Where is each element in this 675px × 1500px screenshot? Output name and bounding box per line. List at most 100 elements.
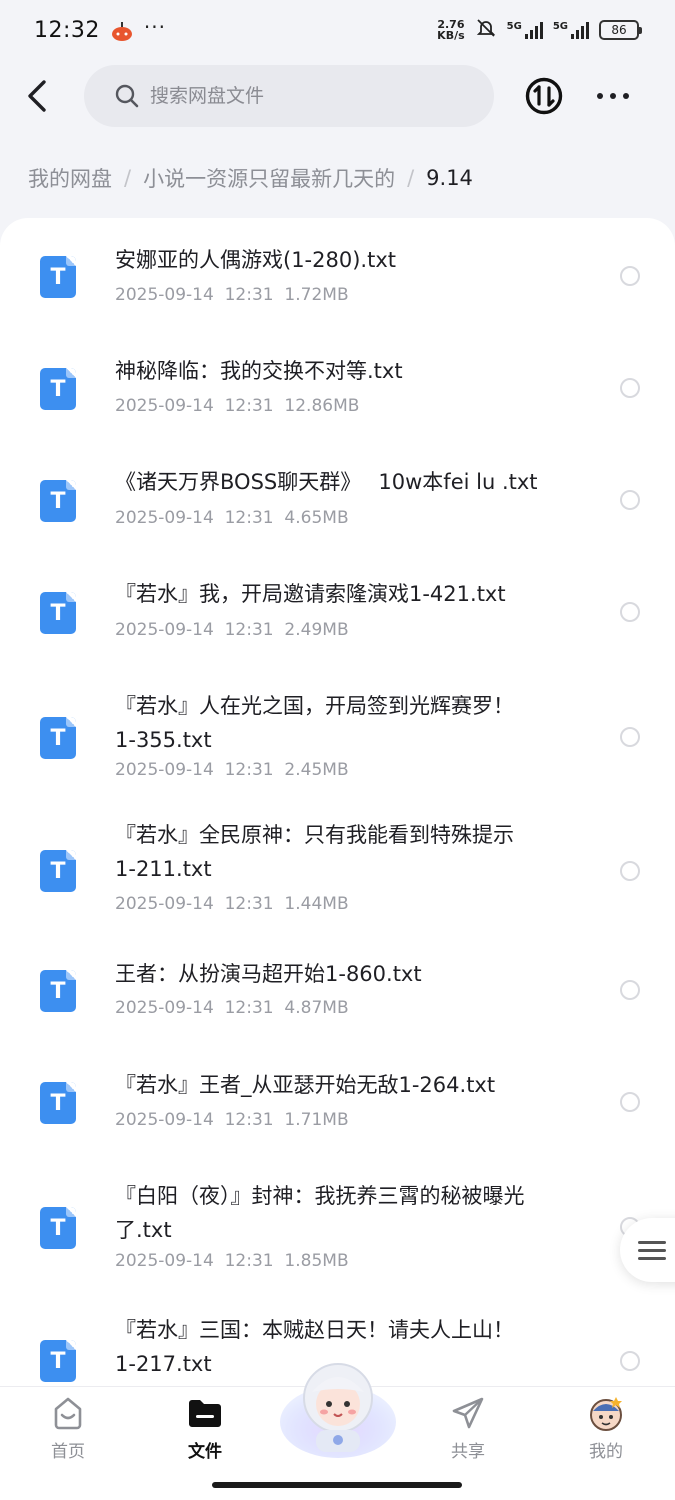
notification-app-icon [110, 21, 134, 41]
file-meta: 2025-09-14 12:31 1.44MB [115, 894, 349, 914]
file-row[interactable]: T 『若水』我，开局邀请索隆演戏1-421.txt 2025-09-14 12:… [0, 554, 675, 666]
file-meta: 2025-09-14 12:31 1.72MB [115, 285, 349, 305]
file-meta: 2025-09-14 12:31 12.86MB [115, 396, 359, 416]
file-list: T 安娜亚的人偶游戏(1-280).txt 2025-09-14 12:31 1… [0, 218, 675, 1500]
file-size: 4.65MB [284, 508, 349, 528]
mascot-assistant-button[interactable] [278, 1352, 398, 1462]
txt-file-icon: T [40, 592, 76, 634]
file-name: 『若水』全民原神：只有我能看到特殊提示 1-211.txt [115, 823, 514, 881]
back-button[interactable] [20, 74, 60, 118]
select-checkbox[interactable] [620, 980, 640, 1000]
file-date: 2025-09-14 [115, 396, 214, 416]
search-bar[interactable] [84, 65, 494, 127]
nav-share[interactable]: 共享 [418, 1393, 518, 1463]
status-more-indicator: ··· [143, 15, 166, 39]
file-name: 『若水』人在光之国，开局签到光辉赛罗！ 1-355.txt [115, 694, 514, 752]
avatar-icon [590, 1397, 622, 1431]
signal-1-label: 5G [506, 21, 522, 32]
breadcrumb-root[interactable]: 我的网盘 [28, 163, 112, 193]
folder-icon [189, 1400, 221, 1427]
breadcrumb-separator: / [407, 166, 415, 190]
breadcrumb-separator: / [124, 166, 132, 190]
nav-home-label: 首页 [51, 1442, 85, 1462]
file-name: 『白阳（夜）』封神：我抚养三霄的秘被曝光 了.txt [115, 1184, 525, 1242]
transfer-button[interactable] [524, 76, 564, 116]
txt-file-icon: T [40, 1340, 76, 1382]
file-row[interactable]: T 『若水』人在光之国，开局签到光辉赛罗！ 1-355.txt 2025-09-… [0, 666, 675, 811]
menu-icon [638, 1240, 666, 1244]
signal-2: 5G [553, 21, 589, 39]
file-meta: 2025-09-14 12:31 4.65MB [115, 508, 349, 528]
file-date: 2025-09-14 [115, 1110, 214, 1130]
home-indicator [212, 1482, 462, 1488]
file-row[interactable]: T 安娜亚的人偶游戏(1-280).txt 2025-09-14 12:31 1… [0, 218, 675, 330]
mascot-icon [280, 1363, 396, 1458]
file-meta: 2025-09-14 12:31 2.49MB [115, 620, 349, 640]
select-checkbox[interactable] [620, 1351, 640, 1371]
select-checkbox[interactable] [620, 602, 640, 622]
select-checkbox[interactable] [620, 861, 640, 881]
breadcrumb: 我的网盘 / 小说一资源只留最新几天的 / 9.14 [28, 160, 473, 196]
breadcrumb-folder[interactable]: 小说一资源只留最新几天的 [143, 163, 395, 193]
file-meta: 2025-09-14 12:31 1.71MB [115, 1110, 349, 1130]
file-row[interactable]: T 王者：从扮演马超开始1-860.txt 2025-09-14 12:31 4… [0, 939, 675, 1051]
file-time: 12:31 [224, 894, 274, 914]
file-row[interactable]: T 『若水』全民原神：只有我能看到特殊提示 1-211.txt 2025-09-… [0, 811, 675, 939]
search-icon [115, 84, 139, 108]
net-speed-unit: KB/s [437, 29, 465, 42]
file-date: 2025-09-14 [115, 620, 214, 640]
nav-share-label: 共享 [451, 1442, 485, 1462]
floating-menu-handle[interactable] [620, 1218, 675, 1282]
txt-file-icon: T [40, 1082, 76, 1124]
file-date: 2025-09-14 [115, 894, 214, 914]
txt-file-icon: T [40, 850, 76, 892]
nav-mine-label: 我的 [589, 1442, 623, 1462]
txt-file-icon: T [40, 368, 76, 410]
txt-file-icon: T [40, 1207, 76, 1249]
transfer-icon [525, 77, 563, 115]
file-name: 安娜亚的人偶游戏(1-280).txt [115, 248, 396, 272]
file-size: 4.87MB [284, 998, 349, 1018]
file-row[interactable]: T 『若水』王者_从亚瑟开始无敌1-264.txt 2025-09-14 12:… [0, 1051, 675, 1163]
mute-bell-icon [475, 17, 497, 43]
txt-file-icon: T [40, 480, 76, 522]
file-date: 2025-09-14 [115, 998, 214, 1018]
file-time: 12:31 [224, 1251, 274, 1271]
nav-mine[interactable]: 我的 [556, 1393, 656, 1463]
select-checkbox[interactable] [620, 266, 640, 286]
status-bar: 12:32 ··· 2.76 KB/s 5G 5G 86 [0, 0, 675, 60]
file-time: 12:31 [224, 396, 274, 416]
file-time: 12:31 [224, 508, 274, 528]
select-checkbox[interactable] [620, 378, 640, 398]
breadcrumb-current: 9.14 [426, 166, 473, 190]
status-time: 12:32 [34, 17, 100, 43]
file-row[interactable]: T 《诸天万界BOSS聊天群》 10w本fei lu .txt 2025-09-… [0, 442, 675, 554]
nav-home[interactable]: 首页 [18, 1393, 118, 1463]
select-checkbox[interactable] [620, 490, 640, 510]
file-name: 『若水』王者_从亚瑟开始无敌1-264.txt [115, 1073, 496, 1097]
file-meta: 2025-09-14 12:31 1.85MB [115, 1251, 349, 1271]
file-size: 2.45MB [284, 760, 349, 780]
more-button[interactable] [594, 80, 632, 112]
more-icon [597, 93, 603, 99]
nav-files-label: 文件 [188, 1442, 222, 1462]
txt-file-icon: T [40, 256, 76, 298]
file-time: 12:31 [224, 998, 274, 1018]
txt-file-icon: T [40, 717, 76, 759]
file-size: 2.49MB [284, 620, 349, 640]
top-header [0, 62, 675, 130]
nav-files[interactable]: 文件 [155, 1393, 255, 1463]
signal-2-label: 5G [552, 21, 568, 32]
file-row[interactable]: T 『白阳（夜）』封神：我抚养三霄的秘被曝光 了.txt 2025-09-14 … [0, 1163, 675, 1303]
file-size: 1.85MB [284, 1251, 349, 1271]
home-icon [54, 1397, 82, 1430]
select-checkbox[interactable] [620, 1092, 640, 1112]
file-row[interactable]: T 神秘降临：我的交换不对等.txt 2025-09-14 12:31 12.8… [0, 330, 675, 442]
select-checkbox[interactable] [620, 727, 640, 747]
battery-indicator: 86 [599, 20, 642, 40]
file-time: 12:31 [224, 760, 274, 780]
file-size: 1.44MB [284, 894, 349, 914]
search-input[interactable] [150, 85, 450, 107]
file-size: 12.86MB [284, 396, 360, 416]
file-name: 王者：从扮演马超开始1-860.txt [115, 962, 422, 986]
